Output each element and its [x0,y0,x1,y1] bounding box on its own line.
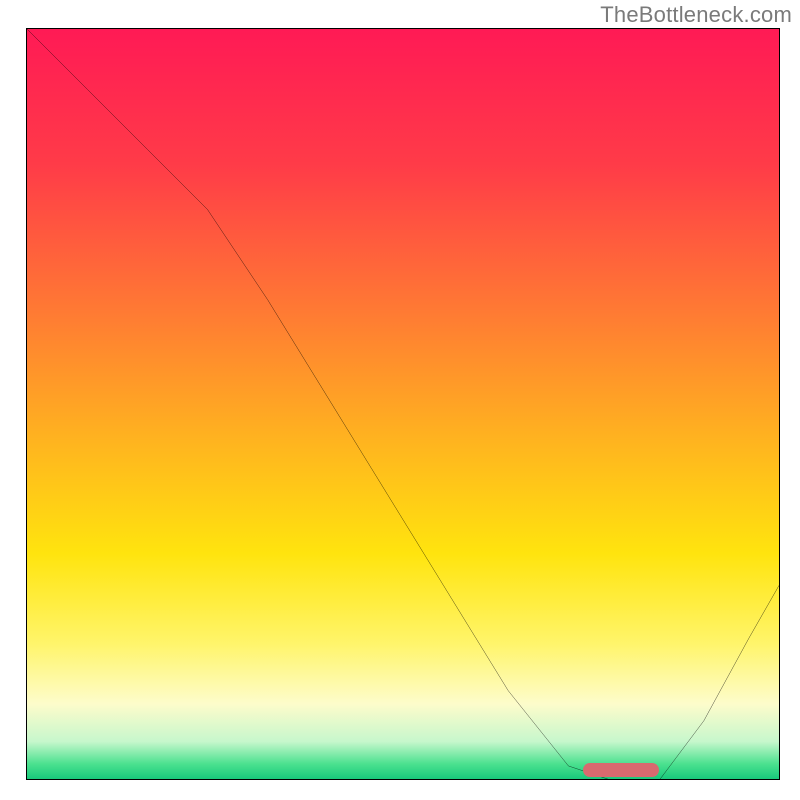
plot-area [26,28,780,780]
watermark-text: TheBottleneck.com [600,2,792,28]
curve-polyline [27,29,779,780]
optimal-range-marker [583,763,658,777]
bottleneck-curve [27,29,779,780]
chart-container: TheBottleneck.com [0,0,800,800]
